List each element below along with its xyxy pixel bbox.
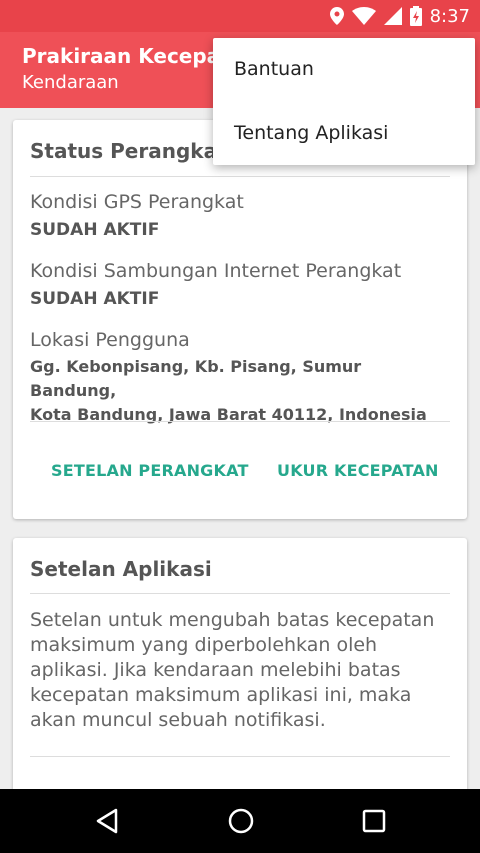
- location-label: Lokasi Pengguna: [30, 329, 190, 351]
- recents-icon[interactable]: [361, 807, 387, 839]
- app-settings-card: Setelan Aplikasi Setelan untuk mengubah …: [13, 538, 467, 818]
- battery-icon: [409, 6, 422, 26]
- navigation-bar: [0, 789, 480, 853]
- device-status-title: Status Perangkat: [30, 139, 227, 163]
- location-icon: [329, 7, 344, 25]
- internet-label: Kondisi Sambungan Internet Perangkat: [30, 260, 402, 282]
- menu-item-about-app[interactable]: Tentang Aplikasi: [234, 122, 388, 144]
- menu-item-help[interactable]: Bantuan: [234, 58, 314, 80]
- status-bar: 8:37: [0, 0, 480, 32]
- signal-icon: [383, 7, 402, 25]
- location-line-2: Kota Bandung, Jawa Barat 40112, Indonesi…: [30, 405, 427, 424]
- back-icon[interactable]: [94, 807, 120, 839]
- gps-status-value: SUDAH AKTIF: [30, 220, 160, 240]
- device-status-card: Status Perangkat Kondisi GPS Perangkat S…: [13, 120, 467, 519]
- overflow-menu: Bantuan Tentang Aplikasi: [213, 38, 475, 165]
- app-settings-description: Setelan untuk mengubah batas kecepatan m…: [30, 609, 435, 731]
- user-location-value: Gg. Kebonpisang, Kb. Pisang, Sumur Bandu…: [30, 355, 450, 427]
- home-icon[interactable]: [227, 807, 255, 839]
- location-line-1: Gg. Kebonpisang, Kb. Pisang, Sumur Bandu…: [30, 357, 362, 400]
- wifi-icon: [351, 7, 376, 25]
- divider: [30, 421, 450, 422]
- clock: 8:37: [429, 5, 470, 27]
- app-settings-title: Setelan Aplikasi: [30, 557, 212, 581]
- divider: [30, 756, 450, 757]
- device-settings-button[interactable]: SETELAN PERANGKAT: [51, 461, 249, 480]
- divider: [30, 593, 450, 594]
- gps-label: Kondisi GPS Perangkat: [30, 191, 244, 213]
- measure-speed-button[interactable]: UKUR KECEPATAN: [277, 461, 439, 480]
- internet-status-value: SUDAH AKTIF: [30, 289, 160, 309]
- divider: [30, 176, 450, 177]
